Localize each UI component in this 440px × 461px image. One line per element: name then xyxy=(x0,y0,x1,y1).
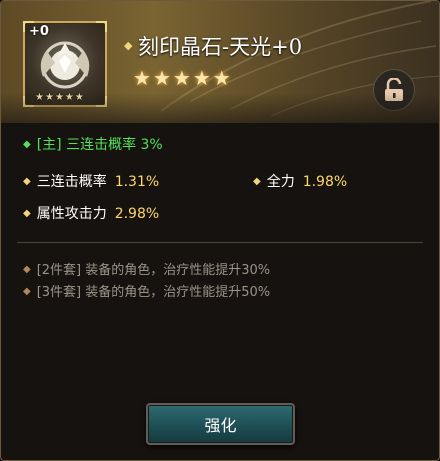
main-stat: ◆ [主] 三连击概率 3% xyxy=(23,134,163,154)
winged-crystal-emblem-icon xyxy=(40,41,90,89)
frame-corner xyxy=(96,96,107,107)
stat-bullet-icon: ◆ xyxy=(23,208,31,219)
icon-star-rating: ★ ★ ★ ★ ★ xyxy=(35,92,84,103)
item-star-rating: ★ ★ ★ ★ ★ xyxy=(133,66,231,90)
set-bullet-icon: ◆ xyxy=(23,264,31,275)
set-bullet-icon: ◆ xyxy=(23,286,31,297)
title-bullet-icon: ◆ xyxy=(124,39,133,52)
sub-stat-label: 属性攻击力 xyxy=(36,206,107,222)
sub-stat-value: 1.31% xyxy=(114,174,160,190)
item-name: 刻印晶石-天光+0 xyxy=(138,35,303,59)
item-tooltip-panel: +0 ★ ★ ★ ★ ★ ◆ 刻印晶石-天光+0 ★ ★ ★ ★ ★ ◆ [主]… xyxy=(0,0,440,461)
star-icon: ★ xyxy=(152,66,171,90)
item-header: +0 ★ ★ ★ ★ ★ ◆ 刻印晶石-天光+0 ★ ★ ★ ★ ★ xyxy=(1,1,439,123)
sub-stat-row: ◆ 三连击概率 1.31% xyxy=(23,171,159,191)
set-bonus-row: ◆ [3件套] 装备的角色，治疗性能提升50% xyxy=(23,281,270,300)
set-bonus-text: [3件套] 装备的角色，治疗性能提升50% xyxy=(36,285,271,300)
main-stat-text: [主] 三连击概率 3% xyxy=(36,137,163,153)
star-icon: ★ xyxy=(172,66,191,90)
star-icon: ★ xyxy=(212,66,231,90)
star-icon: ★ xyxy=(35,92,44,103)
section-divider xyxy=(17,242,423,243)
sub-stat-row: ◆ 属性攻击力 2.98% xyxy=(23,203,159,223)
sub-stat-label: 三连击概率 xyxy=(36,174,107,190)
star-icon: ★ xyxy=(133,66,151,90)
stat-bullet-icon: ◆ xyxy=(23,176,31,187)
item-plus-level: +0 xyxy=(29,24,49,39)
set-bonus-text: [2件套] 装备的角色，治疗性能提升30% xyxy=(36,263,271,278)
frame-corner xyxy=(23,96,34,107)
unlocked-padlock-icon xyxy=(385,78,403,101)
star-icon: ★ xyxy=(64,92,74,103)
star-icon: ★ xyxy=(74,92,84,103)
sub-stat-label: 全力 xyxy=(266,174,295,190)
set-bonus-row: ◆ [2件套] 装备的角色，治疗性能提升30% xyxy=(23,259,270,278)
sub-stat-row: ◆ 全力 1.98% xyxy=(253,171,347,191)
enhance-button[interactable]: 强化 xyxy=(146,403,295,445)
sub-stat-value: 2.98% xyxy=(114,206,160,222)
stat-bullet-icon: ◆ xyxy=(253,176,261,187)
star-icon: ★ xyxy=(44,92,54,103)
sub-stat-value: 1.98% xyxy=(302,174,348,190)
lock-toggle-button[interactable] xyxy=(373,69,415,111)
frame-corner xyxy=(96,21,107,32)
star-icon: ★ xyxy=(54,92,64,103)
star-icon: ★ xyxy=(192,66,211,90)
main-stat-bullet-icon: ◆ xyxy=(23,139,31,150)
item-icon-frame[interactable]: +0 ★ ★ ★ ★ ★ xyxy=(23,21,107,107)
